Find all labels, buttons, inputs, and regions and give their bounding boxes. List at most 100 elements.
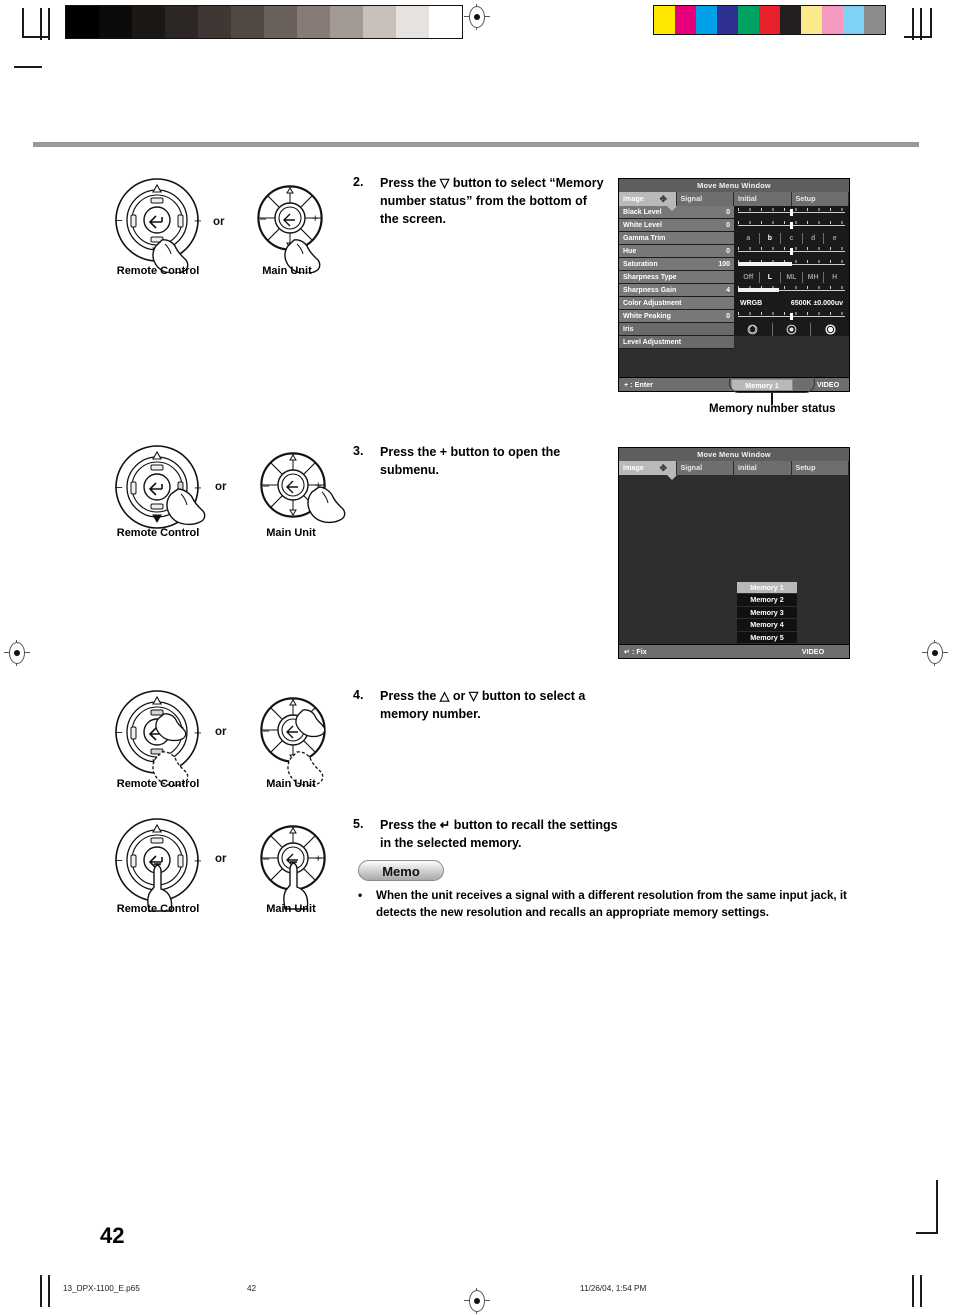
step-4-remote-caption: Remote Control <box>116 778 200 790</box>
svg-text:+: + <box>312 213 318 225</box>
gray-swatch-4 <box>198 6 231 38</box>
gamma-opt-a[interactable]: a <box>738 232 760 244</box>
control-iris[interactable] <box>734 322 849 336</box>
setting-row-white-level[interactable]: White Level 0 <box>619 219 734 232</box>
memory-item-1[interactable]: Memory 1 <box>737 582 797 595</box>
control-black-level[interactable] <box>734 206 849 219</box>
tab-image[interactable]: Image ✥ <box>619 192 677 206</box>
color-swatch-9 <box>843 6 864 34</box>
control-white-level[interactable] <box>734 219 849 232</box>
control-sharpness-type[interactable]: Off L ML MH H <box>734 271 849 284</box>
setting-row-saturation[interactable]: Saturation 100 <box>619 258 734 271</box>
memory-status-callout-label: Memory number status <box>709 403 836 415</box>
crop-mark-bl-v <box>40 1275 42 1307</box>
footer-timestamp: 11/26/04, 1:54 PM <box>580 1284 647 1293</box>
memory-item-3[interactable]: Memory 3 <box>737 606 797 620</box>
memo-bullet-icon: • <box>358 888 363 902</box>
tab-setup[interactable]: Setup <box>791 461 849 475</box>
gamma-opt-c[interactable]: c <box>781 232 803 244</box>
sharpness-opt-h[interactable]: H <box>824 272 845 283</box>
control-hue[interactable] <box>734 245 849 258</box>
footer-fix-hint: ↵ : Fix <box>624 647 647 656</box>
crop-mark-right-edge <box>916 1232 938 1234</box>
iris-auto-icon[interactable] <box>734 322 773 336</box>
gray-swatch-5 <box>231 6 264 38</box>
crop-mark-tr-h <box>904 36 932 38</box>
step-5-mainunit-caption: Main Unit <box>266 903 316 915</box>
label-gamma-trim: Gamma Trim <box>623 234 666 242</box>
svg-text:+: + <box>194 480 202 495</box>
gamma-opt-d[interactable]: d <box>803 232 825 244</box>
move-cursor-icon: ✥ <box>659 194 668 204</box>
gamma-opt-e[interactable]: e <box>824 233 845 244</box>
step-5-text: Press the ↵ button to recall the setting… <box>380 818 618 850</box>
setting-row-color-adjustment[interactable]: Color Adjustment <box>619 297 734 310</box>
control-saturation[interactable] <box>734 258 849 271</box>
sharpness-opt-l[interactable]: L <box>760 271 782 283</box>
tab-signal[interactable]: Signal <box>676 192 734 206</box>
tab-initial[interactable]: Initial <box>734 461 792 475</box>
step-4: 4. Press the △ or ▽ button to select a m… <box>353 688 603 724</box>
memory-item-2[interactable]: Memory 2 <box>737 594 797 607</box>
svg-text:+: + <box>194 725 202 740</box>
tab-initial-label: Initial <box>738 194 757 203</box>
setting-row-gamma-trim[interactable]: Gamma Trim <box>619 232 734 245</box>
svg-text:–: – <box>263 853 270 865</box>
osd-submenu-window[interactable]: Move Menu Window Image ✥ Signal Initial … <box>618 447 850 659</box>
step-5-remote-caption: Remote Control <box>116 903 200 915</box>
step-2-mainunit-caption: Main Unit <box>262 265 312 277</box>
control-color-adjustment[interactable]: WRGB 6500K ±0.000uv <box>734 297 849 310</box>
osd-main-tabs[interactable]: Image ✥ Signal Initial Setup <box>619 192 849 206</box>
value-hue: 0 <box>726 247 730 255</box>
control-sharpness-gain[interactable] <box>734 284 849 297</box>
gray-swatch-9 <box>363 6 396 38</box>
label-hue: Hue <box>623 247 637 255</box>
footer-source-label: VIDEO <box>801 647 825 656</box>
tab-image[interactable]: Image ✥ <box>619 461 677 475</box>
step-2-remote-caption: Remote Control <box>116 265 200 277</box>
crop-mark-br-v2 <box>920 1275 922 1307</box>
step-4-mainunit-caption: Main Unit <box>266 778 316 790</box>
setting-row-level-adjustment[interactable]: Level Adjustment <box>619 336 734 349</box>
main-unit-dpad-svg: – + <box>257 185 323 275</box>
gray-swatch-6 <box>264 6 297 38</box>
step-5-number: 5. <box>353 817 364 831</box>
iris-mid-icon[interactable] <box>773 322 812 336</box>
remote-control-dpad-svg: – + <box>115 818 202 912</box>
control-gamma-trim[interactable]: a b c d e <box>734 232 849 245</box>
memory-item-4[interactable]: Memory 4 <box>737 619 797 632</box>
sharpness-opt-mh[interactable]: MH <box>803 271 825 283</box>
sharpness-opt-ml[interactable]: ML <box>781 271 803 283</box>
gamma-opt-b[interactable]: b <box>760 232 782 244</box>
remote-control-dpad-svg: – + <box>115 178 202 275</box>
setting-row-sharpness-gain[interactable]: Sharpness Gain 4 <box>619 284 734 297</box>
control-white-peaking[interactable] <box>734 310 849 323</box>
gray-swatch-8 <box>330 6 363 38</box>
main-unit-dpad-svg: – + <box>260 825 326 910</box>
setting-row-iris[interactable]: Iris <box>619 323 734 336</box>
label-color-adjustment: Color Adjustment <box>623 299 682 307</box>
color-swatch-5 <box>759 6 780 34</box>
setting-row-white-peaking[interactable]: White Peaking 0 <box>619 310 734 323</box>
main-unit-dpad-svg: – + <box>260 697 326 787</box>
color-swatch-7 <box>801 6 822 34</box>
step-5-or-label: or <box>215 853 227 865</box>
tab-signal[interactable]: Signal <box>676 461 734 475</box>
gray-swatch-0 <box>66 6 99 38</box>
color-swatch-6 <box>780 6 801 34</box>
crop-mark-br-v <box>912 1275 914 1307</box>
sharpness-opt-off[interactable]: Off <box>738 271 760 283</box>
tab-setup[interactable]: Setup <box>791 192 849 206</box>
iris-open-icon[interactable] <box>811 323 849 336</box>
grayscale-calibration-bar <box>65 5 463 39</box>
tab-initial[interactable]: Initial <box>734 192 792 206</box>
osd-submenu-tabs[interactable]: Image ✥ Signal Initial Setup <box>619 461 849 475</box>
step-3-remote-caption: Remote Control <box>116 527 200 539</box>
osd-main-menu-window[interactable]: Move Menu Window Image ✥ Signal Initial … <box>618 178 850 392</box>
tab-image-label: Image <box>623 194 644 203</box>
setting-row-sharpness-type[interactable]: Sharpness Type <box>619 271 734 284</box>
color-calibration-bar <box>653 5 886 35</box>
setting-row-hue[interactable]: Hue 0 <box>619 245 734 258</box>
color-swatch-8 <box>822 6 843 34</box>
memory-item-5[interactable]: Memory 5 <box>737 631 797 644</box>
